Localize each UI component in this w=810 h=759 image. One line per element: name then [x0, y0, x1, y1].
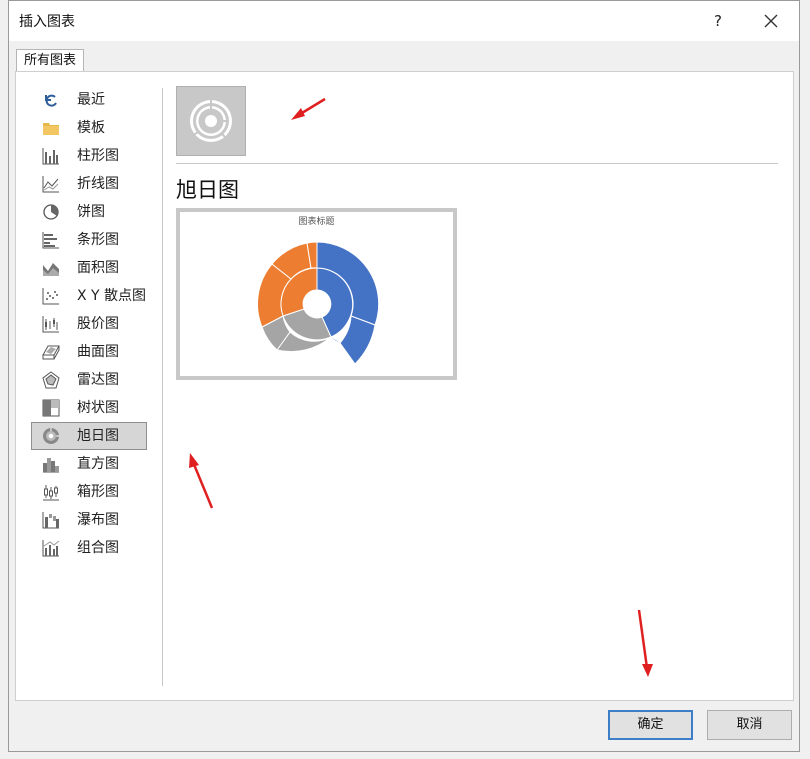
sidebar-item-label: 曲面图: [77, 344, 119, 360]
sidebar-item-pie[interactable]: 饼图: [31, 198, 147, 226]
sidebar-item-label: 条形图: [77, 232, 119, 248]
sidebar-item-label: 饼图: [77, 204, 105, 220]
line-chart-icon: [42, 175, 60, 193]
chart-preview[interactable]: 图表标题: [176, 208, 457, 380]
combo-chart-icon: [42, 539, 60, 557]
sidebar-item-combo[interactable]: 组合图: [31, 534, 147, 562]
chart-type-list: 最近 模板 柱形图 折线图 饼图 条形图 面积图 X Y 散点图 股价图 曲面图…: [31, 86, 151, 562]
insert-chart-dialog: 插入图表 ? 所有图表 最近 模板 柱形图 折线图 饼图 条形图 面积图 X Y…: [8, 0, 800, 752]
sidebar-item-sunburst[interactable]: 旭日图: [31, 422, 147, 450]
pie-chart-icon: [42, 203, 60, 221]
sidebar-item-box[interactable]: 箱形图: [31, 478, 147, 506]
sidebar-item-area[interactable]: 面积图: [31, 254, 147, 282]
bar-chart-icon: [42, 231, 60, 249]
section-divider: [176, 163, 778, 164]
sidebar-item-label: 组合图: [77, 540, 119, 556]
sidebar-item-recent[interactable]: 最近: [31, 86, 147, 114]
sidebar-item-label: 折线图: [77, 176, 119, 192]
sidebar-item-templates[interactable]: 模板: [31, 114, 147, 142]
sidebar-item-stock[interactable]: 股价图: [31, 310, 147, 338]
sidebar-item-bar[interactable]: 条形图: [31, 226, 147, 254]
column-chart-icon: [42, 147, 60, 165]
close-icon[interactable]: [759, 9, 783, 33]
recent-icon: [42, 91, 60, 109]
sidebar-item-label: 面积图: [77, 260, 119, 276]
surface-chart-icon: [42, 343, 60, 361]
box-chart-icon: [42, 483, 60, 501]
sidebar-item-label: 柱形图: [77, 148, 119, 164]
dialog-title: 插入图表: [19, 14, 75, 30]
sidebar-item-histogram[interactable]: 直方图: [31, 450, 147, 478]
sidebar-item-waterfall[interactable]: 瀑布图: [31, 506, 147, 534]
preview-chart-title: 图表标题: [298, 217, 335, 227]
sidebar-item-label: 旭日图: [77, 428, 119, 444]
histogram-chart-icon: [42, 455, 60, 473]
tab-all-charts[interactable]: 所有图表: [16, 49, 85, 72]
chart-type-heading: 旭日图: [176, 178, 239, 202]
sidebar-item-treemap[interactable]: 树状图: [31, 394, 147, 422]
sidebar-item-label: 箱形图: [77, 484, 119, 500]
help-button[interactable]: ?: [706, 9, 730, 33]
tab-strip: 所有图表: [9, 41, 799, 72]
stock-chart-icon: [42, 315, 60, 333]
treemap-chart-icon: [42, 399, 60, 417]
sidebar-item-label: 模板: [77, 120, 105, 136]
chart-panel: 最近 模板 柱形图 折线图 饼图 条形图 面积图 X Y 散点图 股价图 曲面图…: [15, 71, 794, 701]
panel-divider: [162, 88, 163, 686]
sidebar-item-label: 瀑布图: [77, 512, 119, 528]
sidebar-item-radar[interactable]: 雷达图: [31, 366, 147, 394]
sidebar-item-label: 雷达图: [77, 372, 119, 388]
sidebar-item-surface[interactable]: 曲面图: [31, 338, 147, 366]
sidebar-item-scatter[interactable]: X Y 散点图: [31, 282, 147, 310]
ok-button[interactable]: 确定: [608, 710, 693, 740]
sunburst-chart-icon: [42, 427, 60, 445]
title-bar: 插入图表 ?: [9, 1, 799, 41]
sidebar-item-label: 最近: [77, 92, 105, 108]
cancel-button[interactable]: 取消: [707, 710, 792, 740]
radar-chart-icon: [42, 371, 60, 389]
sunburst-thumbnail-icon[interactable]: [176, 86, 246, 156]
sidebar-item-label: 树状图: [77, 400, 119, 416]
scatter-chart-icon: [42, 287, 60, 305]
area-chart-icon: [42, 259, 60, 277]
sidebar-item-label: 直方图: [77, 456, 119, 472]
sidebar-item-line[interactable]: 折线图: [31, 170, 147, 198]
sidebar-item-label: X Y 散点图: [77, 288, 147, 304]
sidebar-item-label: 股价图: [77, 316, 119, 332]
folder-icon: [42, 119, 60, 137]
waterfall-chart-icon: [42, 511, 60, 529]
sidebar-item-column[interactable]: 柱形图: [31, 142, 147, 170]
